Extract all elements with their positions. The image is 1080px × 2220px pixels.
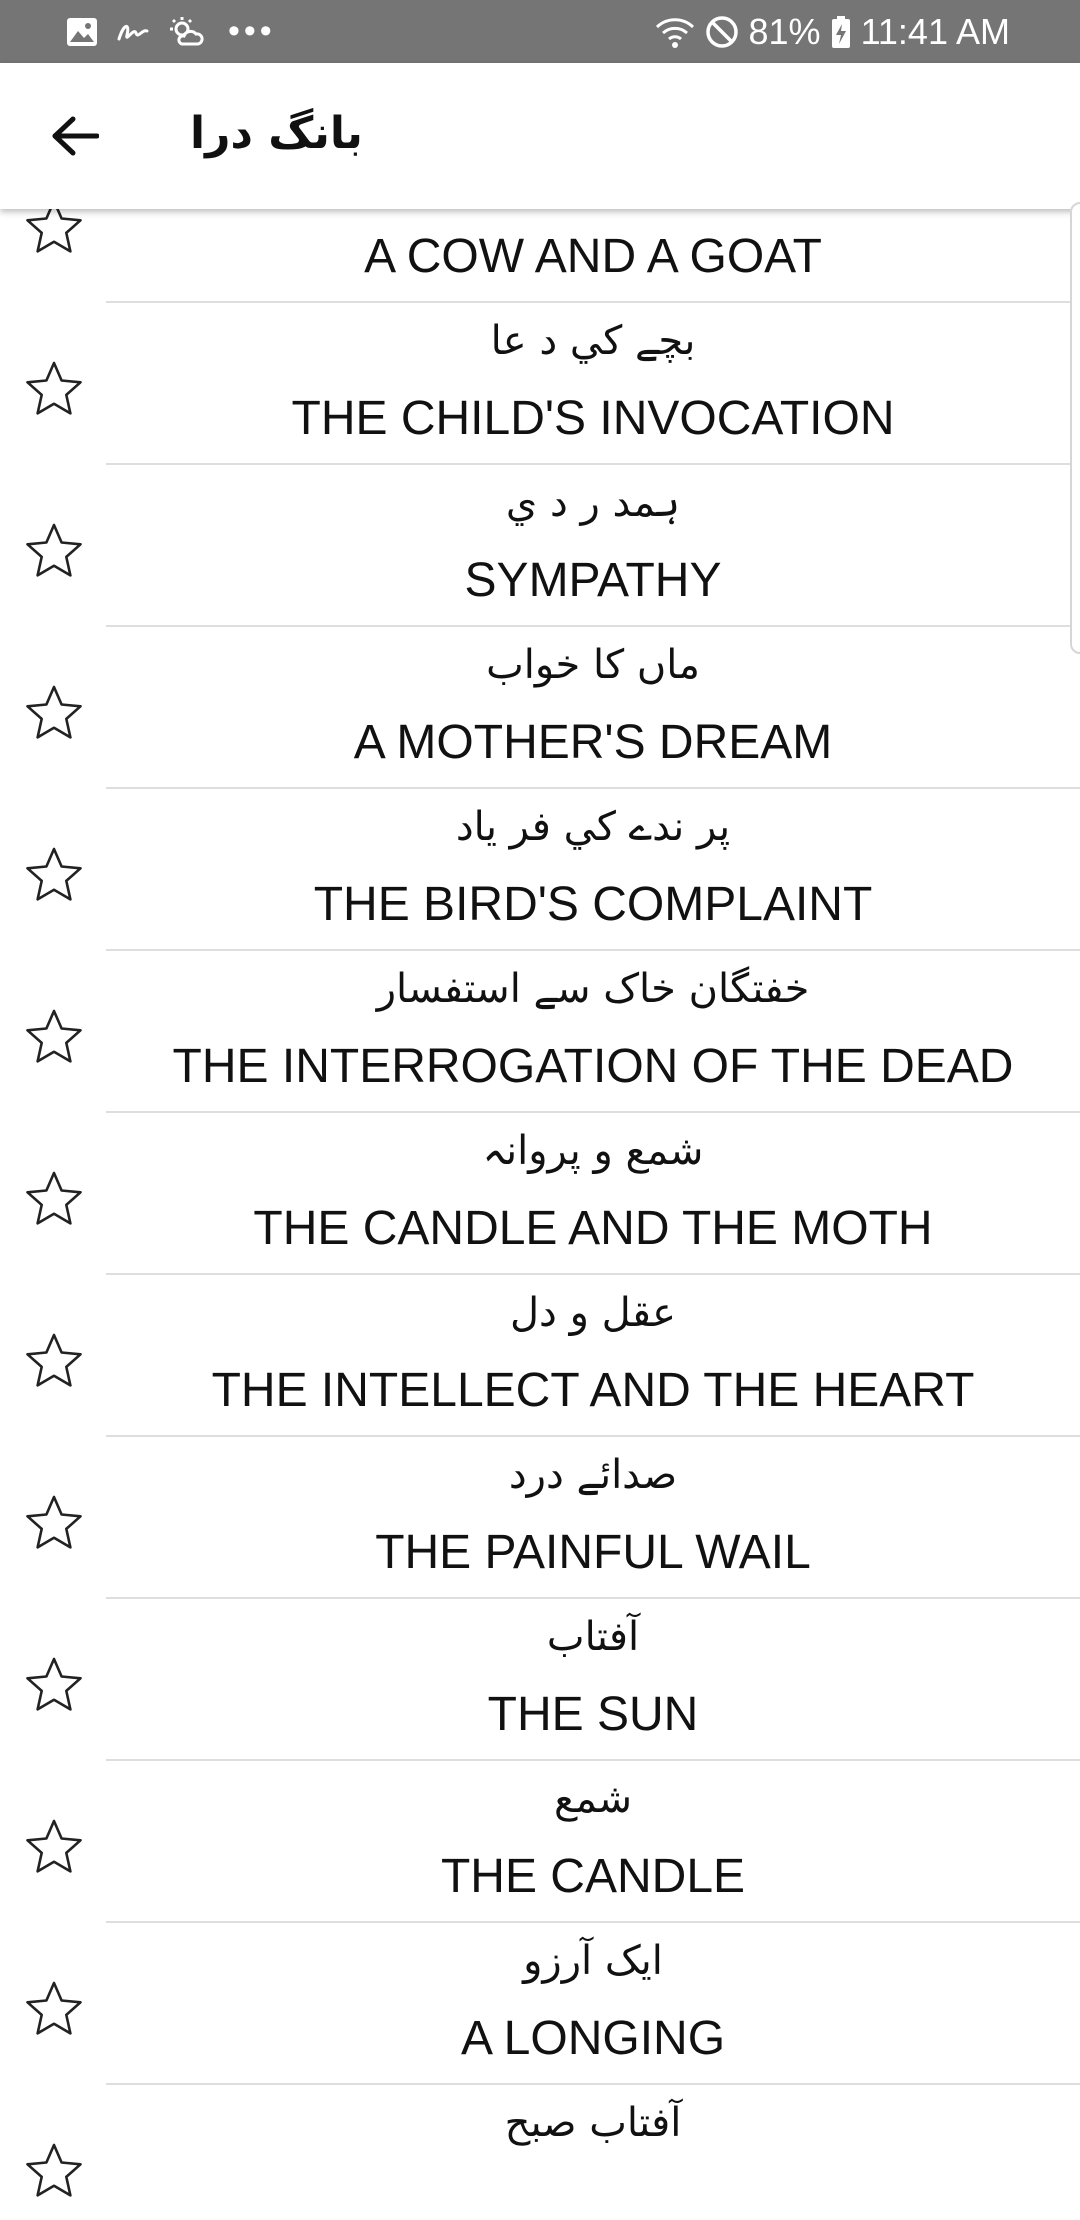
star-icon[interactable] bbox=[24, 1817, 84, 1877]
clock: 11:41 AM bbox=[860, 11, 1010, 52]
poem-title-english: THE CANDLE AND THE MOTH bbox=[253, 1202, 933, 1255]
list-item[interactable]: ماں کا خواب A MOTHER'S DREAM bbox=[0, 627, 1080, 789]
poem-title-english: A MOTHER'S DREAM bbox=[353, 716, 833, 769]
star-icon[interactable] bbox=[24, 1169, 84, 1229]
gallery-icon bbox=[67, 17, 97, 46]
poem-title-english: THE CANDLE bbox=[440, 1850, 746, 1903]
list-item[interactable]: شمع و پروانہ THE CANDLE AND THE MOTH bbox=[0, 1113, 1080, 1275]
system-icons: 81% 11:41 AM bbox=[655, 10, 1010, 53]
do-not-disturb-icon bbox=[705, 15, 738, 48]
list-item[interactable]: عقل و دل THE INTELLECT AND THE HEART bbox=[0, 1275, 1080, 1437]
poem-list[interactable]: ایک گائے اور بکریA COW AND A GOATبچے کي … bbox=[0, 209, 1080, 2220]
poem-title-urdu: عقل و دل bbox=[509, 1290, 676, 1336]
list-item[interactable]: خفتگان خاک سے استفسار THE INTERROGATION O… bbox=[0, 951, 1080, 1113]
poem-title-urdu: شمع bbox=[554, 1776, 632, 1822]
poem-title-urdu: شمع و پروانہ bbox=[482, 1128, 704, 1174]
poem-title-urdu: بچے کي د عا bbox=[490, 318, 696, 364]
list-item[interactable]: پر ندے کي فر یاد THE BIRD'S COMPLAINT bbox=[0, 789, 1080, 951]
list-item[interactable]: ہمد ر د ي SYMPATHY bbox=[0, 465, 1080, 627]
list-item[interactable]: ایک آرزو A LONGING bbox=[0, 1923, 1080, 2085]
poem-title-urdu: پر ندے کي فر یاد bbox=[455, 804, 731, 850]
poem-title-english: THE PAINFUL WAIL bbox=[375, 1526, 811, 1579]
star-icon[interactable] bbox=[24, 1655, 84, 1715]
poem-title-english: THE INTELLECT AND THE HEART bbox=[211, 1364, 975, 1417]
star-icon[interactable] bbox=[24, 521, 84, 581]
app-bar: بانگ درا bbox=[0, 63, 1080, 209]
arrow-left-icon bbox=[52, 116, 99, 156]
page-title: بانگ درا bbox=[190, 108, 363, 159]
star-icon[interactable] bbox=[24, 1493, 84, 1553]
poem-title-urdu: صدائے درد bbox=[508, 1452, 678, 1498]
star-icon[interactable] bbox=[24, 1979, 84, 2039]
star-icon[interactable] bbox=[24, 1331, 84, 1391]
poem-title-urdu: آفتاب bbox=[546, 1614, 640, 1660]
wifi-icon bbox=[655, 17, 694, 48]
weather-icon bbox=[170, 16, 204, 45]
battery-percent: 81% bbox=[748, 11, 821, 52]
poem-title-english: A COW AND A GOAT bbox=[364, 230, 822, 283]
star-icon[interactable] bbox=[24, 845, 84, 905]
poem-title-english: THE SUN bbox=[487, 1688, 699, 1741]
back-button[interactable] bbox=[40, 101, 110, 171]
poem-title-english: THE CHILD'S INVOCATION bbox=[291, 392, 895, 445]
poem-title-urdu: ایک آرزو bbox=[523, 1938, 663, 1984]
star-icon[interactable] bbox=[24, 2141, 84, 2201]
star-icon[interactable] bbox=[24, 359, 84, 419]
list-item[interactable]: آفتاب THE SUN bbox=[0, 1599, 1080, 1761]
status-bar: ••• 81% 11:41 AM bbox=[0, 0, 1080, 63]
poem-title-english: THE INTERROGATION OF THE DEAD bbox=[172, 1040, 1014, 1093]
scroll-handle[interactable] bbox=[1070, 202, 1080, 654]
poem-title-english: THE BIRD'S COMPLAINT bbox=[313, 878, 873, 931]
more-notifications-icon: ••• bbox=[228, 12, 276, 50]
list-item[interactable]: ایک گائے اور بکریA COW AND A GOAT bbox=[0, 209, 1080, 303]
signature-icon bbox=[117, 24, 149, 40]
poem-title-urdu: خفتگان خاک سے استفسار bbox=[376, 966, 810, 1012]
list-item[interactable]: بچے کي د عا THE CHILD'S INVOCATION bbox=[0, 303, 1080, 465]
poem-title-urdu: آفتاب صبح bbox=[504, 2100, 682, 2146]
star-icon[interactable] bbox=[24, 683, 84, 743]
list-item[interactable]: شمع THE CANDLE bbox=[0, 1761, 1080, 1923]
list-item[interactable]: آفتاب صبح bbox=[0, 2085, 1080, 2220]
poem-title-urdu: ہمد ر د ي bbox=[505, 480, 681, 526]
battery-icon bbox=[831, 15, 850, 48]
poem-title-urdu: ماں کا خواب bbox=[486, 642, 700, 688]
star-icon[interactable] bbox=[24, 209, 84, 257]
poem-list-content: ایک گائے اور بکریA COW AND A GOATبچے کي … bbox=[0, 209, 1080, 2220]
star-icon[interactable] bbox=[24, 1007, 84, 1067]
poem-title-english: A LONGING bbox=[460, 2012, 726, 2065]
poem-title-english: SYMPATHY bbox=[464, 554, 722, 607]
notification-icons: ••• bbox=[66, 10, 276, 53]
list-item[interactable]: صدائے درد THE PAINFUL WAIL bbox=[0, 1437, 1080, 1599]
